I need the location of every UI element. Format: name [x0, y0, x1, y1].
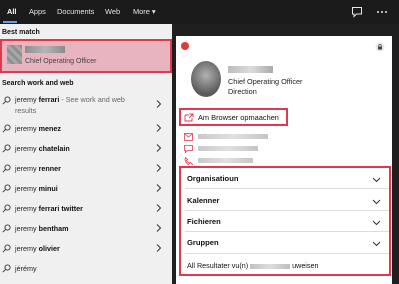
divider [185, 253, 389, 254]
section-groups-label: Gruppen [187, 238, 219, 247]
section-organisation-label: Organisatioun [187, 174, 239, 183]
section-files-label: Fichieren [187, 217, 221, 226]
section-calendar-label: Kalenner [187, 196, 220, 205]
suggestion-row[interactable]: jeremy ferrari twitter [0, 199, 172, 219]
suggestion-text: jeremy ferrari twitter [15, 204, 83, 213]
search-icon [2, 184, 11, 193]
search-icon [2, 244, 11, 253]
more-options-icon[interactable] [376, 6, 388, 18]
divider [185, 210, 389, 211]
chevron-right-icon [156, 224, 162, 232]
search-icon [2, 204, 11, 213]
suggestion-text: jeremy minui [15, 184, 58, 193]
suggestion-text: jeremy chatelain [15, 144, 70, 153]
search-icon [2, 124, 11, 133]
person-department: Direction [228, 87, 257, 96]
show-all-results-link[interactable]: All Resultater vu(n) uweisen [187, 261, 319, 270]
chevron-right-icon [156, 244, 162, 252]
tab-more[interactable]: More ▾ [133, 0, 156, 24]
all-results-prefix: All Resultater vu(n) [187, 261, 249, 270]
best-match-name-redacted [25, 46, 65, 53]
chevron-down-icon [372, 220, 381, 226]
suggestion-row[interactable]: jeremy bentham [0, 219, 172, 239]
suggestion-row[interactable]: jérémy [0, 259, 172, 279]
suggestion-text: jeremy bentham [15, 224, 69, 233]
divider [185, 188, 389, 189]
tab-documents[interactable]: Documents [57, 0, 94, 24]
best-match-item[interactable]: Chief Operating Officer [0, 39, 172, 73]
suggestion-text: jeremy menez [15, 124, 61, 133]
suggestion-row[interactable]: jeremy renner [0, 159, 172, 179]
suggestion-row[interactable]: jeremy olivier [0, 239, 172, 259]
chevron-right-icon [156, 184, 162, 192]
best-match-heading: Best match [2, 29, 40, 36]
divider [185, 231, 389, 232]
all-results-suffix: uweisen [292, 261, 319, 270]
phone-redacted [198, 158, 253, 163]
all-results-name-redacted [250, 263, 291, 269]
feedback-icon[interactable] [351, 6, 363, 18]
open-in-browser-button[interactable]: Am Browser opmaachen [179, 108, 288, 126]
suggestion-text: jeremy renner [15, 164, 61, 173]
chevron-right-icon [156, 204, 162, 212]
chevron-right-icon [156, 144, 162, 152]
related-sections: Organisatioun Kalenner Fichieren Gruppen… [179, 166, 391, 276]
suggestion-row[interactable]: jeremy ferrari - See work and web result… [0, 91, 172, 117]
chat-icon [184, 145, 193, 153]
search-icon [2, 96, 11, 105]
chevron-right-icon [156, 100, 162, 108]
suggestion-text: jeremy olivier [15, 244, 60, 253]
phone-icon [184, 157, 193, 165]
lock-icon [375, 42, 385, 52]
contact-chat-row[interactable] [184, 144, 304, 154]
chevron-down-icon [372, 199, 381, 205]
chat-redacted [198, 146, 258, 151]
open-external-icon [184, 113, 194, 122]
mail-icon [184, 133, 193, 141]
avatar [7, 45, 22, 64]
search-web-heading: Search work and web [2, 80, 74, 87]
person-title: Chief Operating Officer [228, 77, 303, 86]
person-name-redacted [228, 66, 273, 73]
results-list: Best match Chief Operating Officer Searc… [0, 24, 172, 284]
best-match-subtitle: Chief Operating Officer [25, 58, 97, 65]
search-icon [2, 144, 11, 153]
chevron-down-icon: ▾ [151, 7, 156, 16]
contact-phone-row[interactable] [184, 156, 304, 166]
chevron-right-icon [156, 164, 162, 172]
suggestion-text: jeremy ferrari - See work and web result… [15, 95, 125, 115]
search-icon [2, 224, 11, 233]
section-calendar[interactable]: Kalenner [187, 196, 387, 214]
search-icon [2, 164, 11, 173]
chevron-down-icon [372, 177, 381, 183]
person-photo [191, 61, 221, 97]
section-organisation[interactable]: Organisatioun [187, 174, 387, 192]
suggestion-row[interactable]: jeremy minui [0, 179, 172, 199]
section-files[interactable]: Fichieren [187, 217, 387, 235]
search-icon [2, 264, 11, 273]
active-tab-indicator [3, 21, 17, 23]
tab-more-label: More [133, 7, 150, 16]
tab-apps[interactable]: Apps [29, 0, 46, 24]
chevron-down-icon [372, 241, 381, 247]
org-logo-icon [181, 42, 189, 50]
tab-web[interactable]: Web [105, 0, 120, 24]
open-in-browser-label: Am Browser opmaachen [198, 113, 279, 122]
chevron-right-icon [156, 124, 162, 132]
search-tab-bar: All Apps Documents Web More ▾ [0, 0, 399, 24]
suggestion-row[interactable]: jeremy menez [0, 119, 172, 139]
person-card: Chief Operating Officer Direction Am Bro… [176, 36, 392, 284]
contact-email-row[interactable] [184, 132, 304, 142]
suggestion-text: jérémy [15, 264, 37, 273]
email-redacted [198, 134, 268, 139]
suggestion-row[interactable]: jeremy chatelain [0, 139, 172, 159]
